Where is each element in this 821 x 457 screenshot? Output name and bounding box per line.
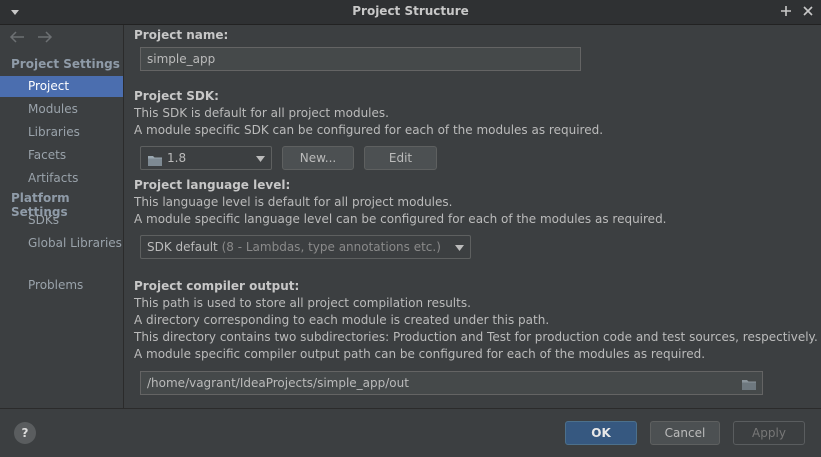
sdk-select-value: 1.8 [167, 151, 187, 165]
close-icon[interactable] [801, 4, 815, 18]
ok-button[interactable]: OK [565, 421, 637, 445]
window-title: Project Structure [352, 4, 469, 18]
sidebar-item-modules[interactable]: Modules [0, 99, 123, 120]
new-sdk-button[interactable]: New... [282, 146, 354, 170]
apply-button[interactable]: Apply [733, 421, 805, 445]
compiler-output-desc-1: This path is used to store all project c… [134, 296, 471, 310]
compiler-output-path-field[interactable]: /home/vagrant/IdeaProjects/simple_app/ou… [140, 371, 763, 395]
project-sdk-desc-2: A module specific SDK can be configured … [134, 123, 604, 137]
browse-folder-icon[interactable] [741, 376, 757, 398]
forward-arrow-icon[interactable] [36, 30, 54, 44]
project-sdk-desc-1: This SDK is default for all project modu… [134, 106, 389, 120]
compiler-output-desc-4: A module specific compiler output path c… [134, 347, 706, 361]
project-settings-header: Project Settings [11, 57, 120, 71]
cancel-button[interactable]: Cancel [650, 421, 720, 445]
sidebar-item-libraries[interactable]: Libraries [0, 122, 123, 143]
sdk-select[interactable]: 1.8 [140, 146, 272, 170]
chevron-down-icon [455, 245, 464, 251]
project-name-label: Project name: [134, 28, 229, 42]
language-level-desc-1: This language level is default for all p… [134, 195, 453, 209]
title-bar: Project Structure [0, 0, 821, 25]
folder-icon [147, 152, 163, 174]
chevron-down-icon [256, 156, 265, 162]
sidebar-item-artifacts[interactable]: Artifacts [0, 168, 123, 189]
language-level-detail: (8 - Lambdas, type annotations etc.) [221, 240, 441, 254]
sidebar-item-problems[interactable]: Problems [0, 275, 123, 296]
maximize-icon[interactable] [779, 4, 793, 18]
language-level-select[interactable]: SDK default (8 - Lambdas, type annotatio… [140, 235, 471, 259]
sidebar-item-global-libraries[interactable]: Global Libraries [0, 233, 123, 254]
compiler-output-label: Project compiler output: [134, 279, 300, 293]
language-level-desc-2: A module specific language level can be … [134, 212, 667, 226]
project-name-field[interactable]: simple_app [140, 47, 581, 71]
language-level-main: SDK default [147, 240, 218, 254]
sidebar: Project Settings Project Modules Librari… [0, 25, 124, 408]
edit-sdk-button[interactable]: Edit [364, 146, 437, 170]
compiler-output-path: /home/vagrant/IdeaProjects/simple_app/ou… [147, 376, 409, 390]
compiler-output-desc-2: A directory corresponding to each module… [134, 313, 550, 327]
sidebar-item-facets[interactable]: Facets [0, 145, 123, 166]
sidebar-item-sdks[interactable]: SDKs [0, 210, 123, 231]
dialog-footer: ? OK Cancel Apply [0, 408, 821, 457]
project-settings-panel: Project name: simple_app Project SDK: Th… [124, 25, 821, 408]
language-level-label: Project language level: [134, 178, 291, 192]
compiler-output-desc-3: This directory contains two subdirectori… [134, 330, 818, 344]
nav-arrows [8, 30, 60, 44]
help-button[interactable]: ? [14, 422, 36, 444]
project-sdk-label: Project SDK: [134, 89, 219, 103]
back-arrow-icon[interactable] [8, 30, 26, 44]
sidebar-item-project[interactable]: Project [0, 76, 123, 97]
language-level-value: SDK default (8 - Lambdas, type annotatio… [147, 236, 441, 258]
